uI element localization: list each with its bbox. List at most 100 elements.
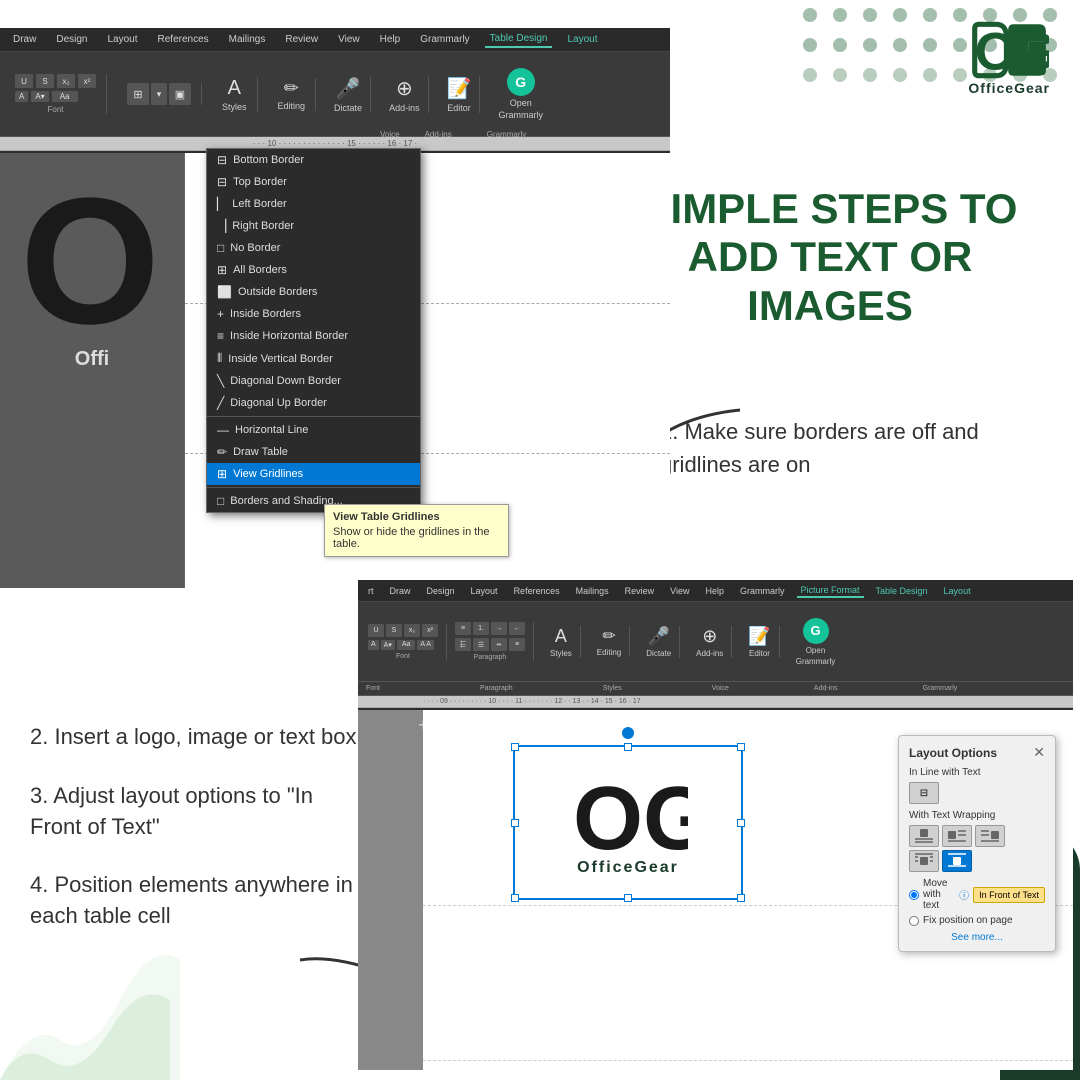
underline-btn[interactable]: U [15, 74, 33, 88]
u-btn-b[interactable]: U [368, 624, 384, 637]
editor-btn-b[interactable]: 📝 Editor [740, 626, 779, 658]
tab-b-gram[interactable]: Grammarly [736, 585, 789, 597]
fix-position-radio[interactable] [909, 916, 919, 926]
editor-btn[interactable]: 📝 Editor [439, 76, 481, 113]
tab-grammarly[interactable]: Grammarly [415, 32, 474, 47]
align-r[interactable]: ⬰ [491, 638, 507, 651]
tab-mailings[interactable]: Mailings [224, 32, 271, 47]
editing-btn-top[interactable]: ✏ Editing [268, 78, 317, 111]
tab-layout[interactable]: Layout [102, 32, 142, 47]
wrap-icon5-active[interactable] [942, 850, 972, 872]
highlight-btn[interactable]: A [15, 91, 28, 102]
tab-help[interactable]: Help [375, 32, 406, 47]
tab-draw[interactable]: Draw [8, 32, 41, 47]
menu-inside-borders[interactable]: +Inside Borders [207, 303, 420, 325]
move-with-text-radio[interactable] [909, 890, 919, 900]
menu-diag-up[interactable]: ╱Diagonal Up Border [207, 392, 420, 414]
handle-mr[interactable] [737, 819, 745, 827]
menu-all-borders[interactable]: ⊞All Borders [207, 259, 420, 281]
menu-horiz-line[interactable]: —Horizontal Line [207, 419, 420, 441]
menu-outside-borders[interactable]: ⬜Outside Borders [207, 281, 420, 303]
align-l[interactable]: ⬱ [455, 638, 471, 651]
borders-dropdown-menu[interactable]: ⊟Bottom Border ⊟Top Border ▏Left Border … [206, 148, 421, 513]
font-color-btn[interactable]: A▾ [31, 91, 48, 102]
tab-b-view[interactable]: View [666, 585, 693, 597]
menu-bottom-border[interactable]: ⊟Bottom Border [207, 149, 420, 171]
subscript-btn[interactable]: x₂ [57, 74, 75, 88]
styles-btn-b[interactable]: A Styles [542, 626, 581, 658]
sb-btn-b[interactable]: x₂ [404, 624, 420, 637]
menu-inside-vert[interactable]: ⦀Inside Vertical Border [207, 347, 420, 370]
wrap-icon2[interactable] [942, 825, 972, 847]
rotate-handle[interactable] [622, 727, 634, 739]
inline-icon1[interactable]: ⊟ [909, 782, 939, 804]
aa-btn-b[interactable]: Aa [397, 640, 416, 650]
tab-table-design[interactable]: Table Design [485, 31, 553, 48]
tab-references[interactable]: References [153, 32, 214, 47]
tab-b-design[interactable]: Design [423, 585, 459, 597]
tab-review[interactable]: Review [280, 32, 323, 47]
tab-b-layout2[interactable]: Layout [940, 585, 975, 597]
styles-btn[interactable]: A Styles [212, 77, 258, 112]
tab-view[interactable]: View [333, 32, 365, 47]
selected-image[interactable]: OG OfficeGear [513, 745, 743, 900]
sp-btn-b[interactable]: x² [422, 624, 438, 637]
tab-layout2[interactable]: Layout [562, 32, 602, 47]
borders-dropdown[interactable]: ▾ [151, 83, 167, 105]
tab-b-tabledesign[interactable]: Table Design [872, 585, 932, 597]
align-c[interactable]: ☰ [473, 638, 489, 651]
menu-right-border[interactable]: ▕Right Border [207, 215, 420, 237]
wrap-icon4[interactable] [909, 850, 939, 872]
dictate-btn-b[interactable]: 🎤 Dictate [638, 626, 680, 658]
wrap-icon1[interactable] [909, 825, 939, 847]
move-with-text-label: Move with text [923, 878, 955, 911]
handle-ml[interactable] [511, 819, 519, 827]
menu-diag-down[interactable]: ╲Diagonal Down Border [207, 370, 420, 392]
handle-tr[interactable] [737, 743, 745, 751]
addins-btn-b[interactable]: ⊕ Add-ins [688, 626, 732, 658]
tab-b-help[interactable]: Help [701, 585, 728, 597]
font-size-btn[interactable]: Aa [52, 91, 78, 102]
handle-br[interactable] [737, 894, 745, 902]
tab-b-refs[interactable]: References [510, 585, 564, 597]
superscript-btn[interactable]: x² [78, 74, 96, 88]
info-icon[interactable]: ⓘ [959, 887, 969, 902]
strikethrough-btn[interactable]: S [36, 74, 54, 88]
editing-btn-bottom[interactable]: ✏ Editing [589, 626, 630, 657]
hl-btn-b[interactable]: A [368, 640, 379, 650]
menu-no-border[interactable]: □No Border [207, 237, 420, 259]
sz-btn-b[interactable]: A A [417, 640, 434, 650]
tab-b-draw[interactable]: Draw [386, 585, 415, 597]
tab-b-art[interactable]: rt [364, 585, 378, 597]
menu-view-gridlines[interactable]: ⊞View Gridlines [207, 463, 420, 485]
indent-btn[interactable]: → [491, 622, 507, 635]
tab-design[interactable]: Design [51, 32, 92, 47]
menu-left-border[interactable]: ▏Left Border [207, 193, 420, 215]
tab-b-mail[interactable]: Mailings [572, 585, 613, 597]
grammarly-btn[interactable]: G Open Grammarly [490, 68, 551, 120]
outdent-btn[interactable]: ← [509, 622, 525, 635]
menu-inside-horiz[interactable]: ≡Inside Horizontal Border [207, 325, 420, 347]
menu-top-border[interactable]: ⊟Top Border [207, 171, 420, 193]
align-j[interactable]: ≡ [509, 638, 525, 651]
borders-btn[interactable]: ⊞ [127, 83, 149, 105]
tab-b-layout[interactable]: Layout [467, 585, 502, 597]
see-more-link[interactable]: See more... [909, 932, 1045, 943]
fc-btn-b[interactable]: A▾ [381, 640, 395, 650]
shading-btn[interactable]: ▣ [169, 83, 191, 105]
menu-draw-table[interactable]: ✏Draw Table [207, 441, 420, 463]
handle-bm[interactable] [624, 894, 632, 902]
tab-b-picformat[interactable]: Picture Format [797, 584, 864, 598]
layout-close-btn[interactable]: ✕ [1033, 744, 1045, 761]
numlist-btn[interactable]: 1. [473, 622, 489, 635]
addins-btn[interactable]: ⊕ Add-ins [381, 76, 429, 113]
wrap-icon3[interactable] [975, 825, 1005, 847]
dictate-btn[interactable]: 🎤 Dictate [326, 76, 371, 113]
handle-tm[interactable] [624, 743, 632, 751]
grammarly-btn-b[interactable]: G Open Grammarly [788, 618, 844, 666]
list-btn[interactable]: ≡ [455, 622, 471, 635]
tab-b-review[interactable]: Review [621, 585, 659, 597]
s-btn-b[interactable]: S [386, 624, 402, 637]
handle-tl[interactable] [511, 743, 519, 751]
handle-bl[interactable] [511, 894, 519, 902]
